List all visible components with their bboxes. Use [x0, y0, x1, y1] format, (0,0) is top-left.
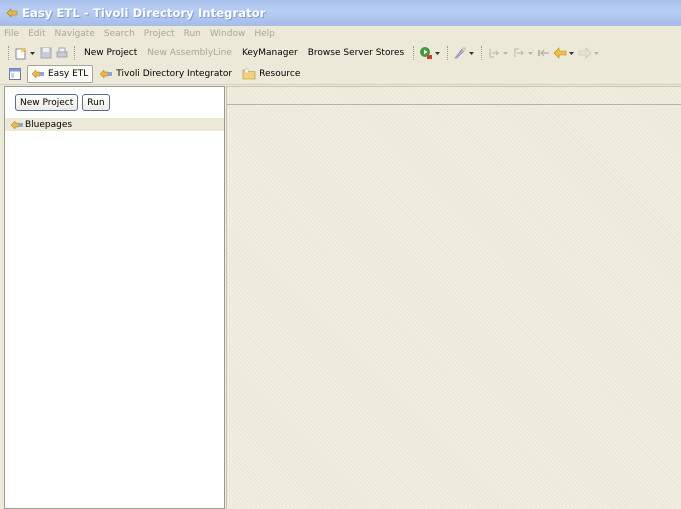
- chevron-down-icon[interactable]: [29, 45, 36, 61]
- tree-item-bluepages[interactable]: Bluepages: [5, 118, 224, 131]
- toolbar-separator: [447, 46, 449, 60]
- new-project-toolbar-button[interactable]: New Project: [84, 48, 137, 58]
- toolbar-separator: [481, 46, 483, 60]
- menu-help[interactable]: Help: [254, 29, 275, 39]
- resource-folder-icon: [242, 68, 256, 80]
- chevron-down-icon[interactable]: [434, 45, 441, 61]
- perspective-tab-tivoli-directory-integrator[interactable]: Tivoli Directory Integrator: [96, 65, 236, 83]
- toolbar-separator: [74, 46, 75, 60]
- browse-server-stores-toolbar-button[interactable]: Browse Server Stores: [308, 48, 404, 58]
- back-icon[interactable]: [552, 45, 568, 61]
- forward-icon[interactable]: [577, 45, 593, 61]
- chevron-down-icon[interactable]: [502, 45, 509, 61]
- menu-project[interactable]: Project: [144, 29, 175, 39]
- new-assemblyline-toolbar-button[interactable]: New AssemblyLine: [147, 48, 232, 58]
- toolbar-separator: [8, 46, 9, 60]
- prev-annotation-icon[interactable]: [511, 45, 527, 61]
- project-icon: [10, 119, 24, 130]
- menu-navigate[interactable]: Navigate: [55, 29, 95, 39]
- perspective-tab-easy-etl[interactable]: Easy ETL: [27, 65, 94, 83]
- window-title: Easy ETL - Tivoli Directory Integrator: [22, 6, 266, 20]
- next-annotation-icon[interactable]: [486, 45, 502, 61]
- open-perspective-icon[interactable]: [8, 67, 22, 81]
- project-explorer-panel: New Project Run Bluepages: [4, 86, 225, 509]
- chevron-down-icon[interactable]: [527, 45, 534, 61]
- new-project-button[interactable]: New Project: [15, 94, 79, 111]
- title-bar[interactable]: Easy ETL - Tivoli Directory Integrator: [0, 0, 681, 26]
- perspective-label: Easy ETL: [48, 69, 89, 79]
- menu-window[interactable]: Window: [210, 29, 246, 39]
- app-icon: [6, 7, 18, 19]
- save-icon[interactable]: [38, 45, 54, 61]
- new-wizard-icon[interactable]: [13, 45, 29, 61]
- print-icon[interactable]: [54, 45, 70, 61]
- chevron-down-icon[interactable]: [593, 45, 600, 61]
- run-button[interactable]: Run: [82, 94, 110, 111]
- editor-divider: [227, 104, 681, 105]
- menu-run[interactable]: Run: [184, 29, 201, 39]
- toolbar-separator: [413, 46, 415, 60]
- run-icon[interactable]: [418, 45, 434, 61]
- panel-button-row: New Project Run: [5, 87, 224, 118]
- perspective-bar: Easy ETL Tivoli Directory Integrator Res…: [0, 64, 681, 85]
- last-edit-icon[interactable]: [536, 45, 552, 61]
- search-icon[interactable]: [452, 45, 468, 61]
- main-toolbar: New Project New AssemblyLine KeyManager …: [0, 43, 681, 63]
- menu-search[interactable]: Search: [104, 29, 135, 39]
- chevron-down-icon[interactable]: [468, 45, 475, 61]
- menu-edit[interactable]: Edit: [28, 29, 45, 39]
- perspective-label: Tivoli Directory Integrator: [116, 69, 233, 79]
- menu-file[interactable]: File: [4, 29, 19, 39]
- menu-bar: File Edit Navigate Search Project Run Wi…: [0, 26, 681, 42]
- editor-area[interactable]: [226, 86, 681, 509]
- tdi-icon: [99, 68, 113, 80]
- keymanager-toolbar-button[interactable]: KeyManager: [242, 48, 298, 58]
- perspective-tab-resource[interactable]: Resource: [239, 65, 304, 83]
- tree-item-label: Bluepages: [25, 119, 73, 130]
- perspective-label: Resource: [259, 69, 301, 79]
- chevron-down-icon[interactable]: [568, 45, 575, 61]
- easy-etl-icon: [31, 68, 45, 80]
